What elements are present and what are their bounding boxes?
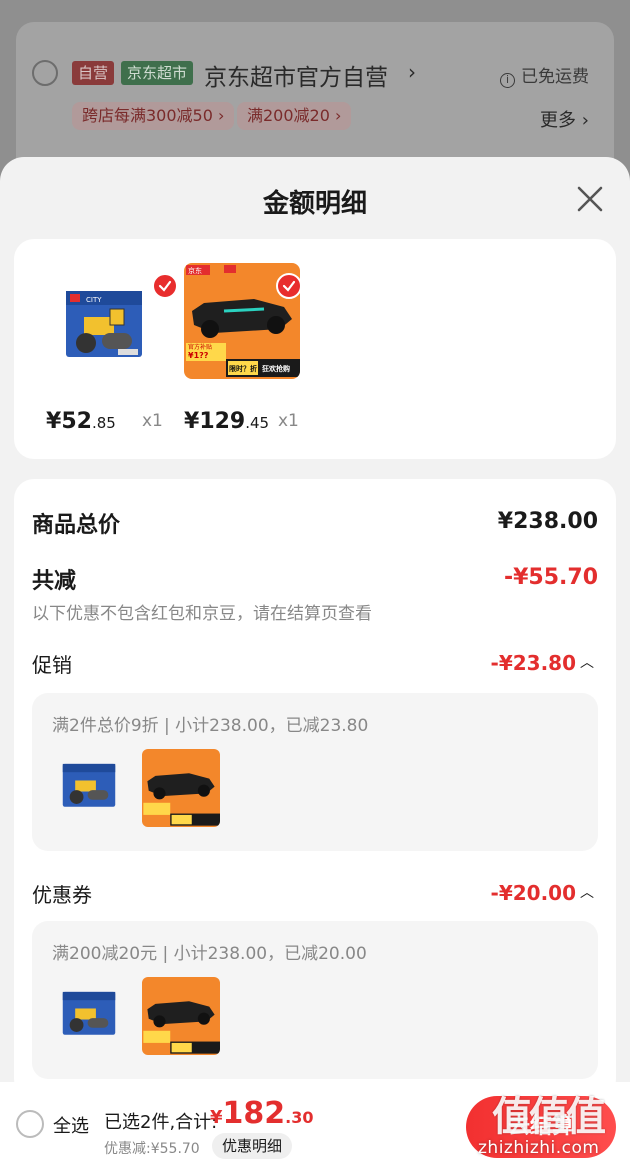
close-icon[interactable]	[574, 183, 606, 215]
product-quantity: x1	[278, 411, 299, 431]
product-thumb-roller	[60, 757, 118, 815]
info-icon: i	[500, 73, 515, 88]
shipping-status: i 已免运费	[500, 62, 589, 88]
promotion-label: 促销	[32, 653, 72, 677]
total-discount-value: -¥55.70	[503, 565, 598, 590]
promo-tag-coupon[interactable]: 满200减20 ›	[237, 102, 352, 130]
promotion-detail-card: 满2件总价9折 | 小计238.00，已减23.80	[32, 693, 598, 851]
jd-market-tag: 京东超市	[121, 61, 194, 85]
product-price: ¥129.45	[184, 409, 270, 434]
coupon-value: -¥20.00	[490, 881, 576, 905]
promotion-detail-text: 满2件总价9折 | 小计238.00，已减23.80	[52, 716, 369, 736]
watermark-logo: 值值值	[492, 1094, 606, 1140]
coupon-label: 优惠券	[32, 883, 92, 907]
shop-select-radio[interactable]	[32, 60, 58, 86]
promo-tag-cross-store[interactable]: 跨店每满300减50 ›	[72, 102, 235, 130]
products-card: CITY ¥52.85 x1 京东 官方补贴 ¥1?? 限时？折 狂欢抢购 ¥1…	[14, 239, 616, 459]
coupon-toggle[interactable]: -¥20.00 ︿	[491, 881, 594, 905]
select-all-label[interactable]: 全选	[53, 1112, 89, 1138]
goods-total-value: ¥238.00	[497, 509, 598, 534]
discount-summary: 优惠减:¥55.70	[104, 1141, 200, 1157]
total-amount: ¥182.30	[210, 1096, 314, 1131]
svg-text:狂欢抢购: 狂欢抢购	[262, 364, 290, 373]
product-price: ¥52.85	[46, 409, 116, 434]
amount-detail-sheet: 金额明细 CITY ¥52.85 x1 京东 官方补贴 ¥1?? 限时？折 狂欢…	[0, 157, 630, 1165]
svg-text:限时？折: 限时？折	[229, 364, 257, 373]
shipping-text: 已免运费	[521, 67, 589, 87]
sheet-title: 金额明细	[262, 189, 367, 219]
self-operated-tag: 自营	[72, 61, 115, 85]
product-thumb-race-car	[142, 749, 220, 827]
coupon-detail-card: 满200减20元 | 小计238.00，已减20.00	[32, 921, 598, 1079]
selected-count-text: 已选2件,合计:	[104, 1112, 218, 1133]
chevron-right-icon: ›	[408, 60, 416, 84]
shop-name[interactable]: 京东超市官方自营	[204, 58, 388, 92]
goods-total-label: 商品总价	[32, 513, 121, 538]
select-all-radio[interactable]	[16, 1110, 44, 1138]
total-discount-label: 共减	[32, 569, 77, 594]
chevron-up-icon: ︿	[580, 885, 594, 901]
selected-check-icon	[276, 273, 300, 299]
product-image-race-car: 京东 官方补贴 ¥1?? 限时？折 狂欢抢购	[184, 263, 300, 379]
svg-text:京东: 京东	[188, 266, 202, 275]
price-breakdown-card: 商品总价 ¥238.00 共减 -¥55.70 以下优惠不包含红包和京豆，请在结…	[14, 479, 616, 1099]
svg-text:¥1??: ¥1??	[188, 351, 209, 360]
chevron-up-icon: ︿	[580, 655, 594, 671]
product-thumb-race-car	[142, 977, 220, 1055]
coupon-detail-text: 满200减20元 | 小计238.00，已减20.00	[52, 944, 367, 964]
promotion-toggle[interactable]: -¥23.80 ︿	[491, 651, 594, 675]
product-image-roller: CITY	[60, 263, 178, 379]
discount-detail-button[interactable]: 优惠明细	[212, 1133, 293, 1159]
product-quantity: x1	[142, 411, 163, 431]
watermark-site: zhizhizhi.com	[478, 1138, 600, 1158]
discount-note: 以下优惠不包含红包和京豆，请在结算页查看	[32, 604, 372, 624]
product-item[interactable]: 京东 官方补贴 ¥1?? 限时？折 狂欢抢购	[184, 263, 308, 379]
svg-text:CITY: CITY	[86, 296, 102, 304]
svg-text:官方补贴: 官方补贴	[188, 343, 212, 351]
product-item[interactable]: CITY	[60, 263, 184, 379]
promotion-value: -¥23.80	[490, 651, 576, 675]
selected-check-icon	[152, 273, 178, 299]
more-link[interactable]: 更多 ›	[540, 106, 589, 132]
product-thumb-roller	[60, 985, 118, 1043]
